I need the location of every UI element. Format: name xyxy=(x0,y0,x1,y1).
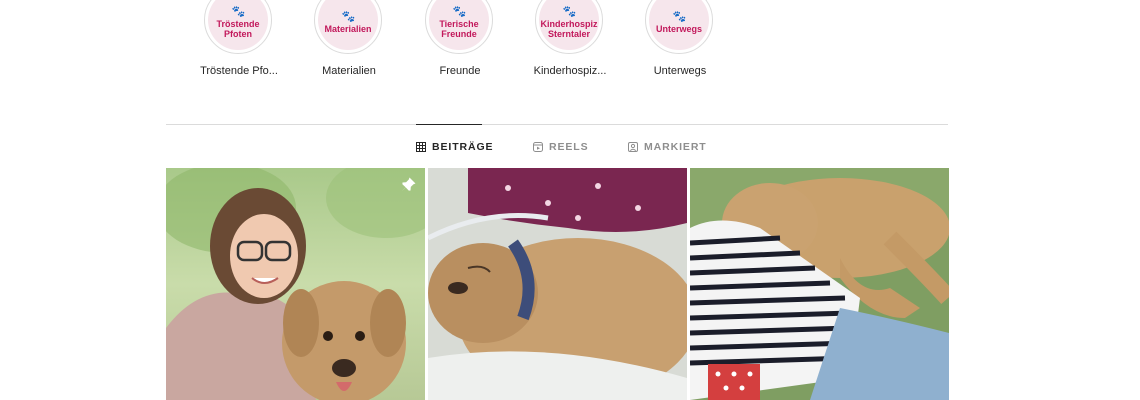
tab-label: REELS xyxy=(549,141,589,153)
highlight-cover: 🐾 Kinderhospiz Sterntaler xyxy=(535,0,603,54)
highlight-label: Tröstende Pfo... xyxy=(200,65,278,77)
highlight-cover: 🐾 Unterwegs xyxy=(645,0,713,54)
pin-icon xyxy=(401,177,416,192)
tabs-divider xyxy=(166,124,948,125)
paw-icon: 🐾 xyxy=(341,11,356,23)
reels-icon xyxy=(533,142,543,152)
tab-tagged[interactable]: MARKIERT xyxy=(628,140,707,154)
post-thumbnail-2[interactable] xyxy=(428,168,687,400)
highlight-cover: 🐾 Materialien xyxy=(314,0,382,54)
highlight-label: Materialien xyxy=(322,65,376,77)
highlight-cover-text: Unterwegs xyxy=(655,24,702,34)
highlight-cover: 🐾 Tierische Freunde xyxy=(425,0,493,54)
active-tab-indicator xyxy=(416,124,482,125)
grid-icon xyxy=(416,142,426,152)
story-highlights: 🐾 Tröstende Pfoten Tröstende Pfo... 🐾 Ma… xyxy=(0,0,1140,90)
highlight-label: Freunde xyxy=(439,65,481,77)
highlight-label: Unterwegs xyxy=(653,65,707,77)
highlight-cover-text: Tierische Freunde xyxy=(439,19,479,39)
post-image-dog-sleeping xyxy=(428,168,687,400)
post-image-child-with-dog xyxy=(690,168,949,400)
tab-label: BEITRÄGE xyxy=(432,141,494,153)
tagged-icon xyxy=(628,142,638,152)
tab-posts[interactable]: BEITRÄGE xyxy=(416,140,493,154)
highlight-cover: 🐾 Tröstende Pfoten xyxy=(204,0,272,54)
tab-reels[interactable]: REELS xyxy=(533,140,589,154)
paw-icon: 🐾 xyxy=(562,6,577,18)
paw-icon: 🐾 xyxy=(452,6,467,18)
highlight-cover-text: Materialien xyxy=(324,24,372,34)
highlight-label: Kinderhospiz... xyxy=(533,65,607,77)
paw-icon: 🐾 xyxy=(672,11,687,23)
post-image-woman-with-dog xyxy=(166,168,425,400)
highlight-cover-text: Kinderhospiz Sterntaler xyxy=(540,19,598,39)
paw-icon: 🐾 xyxy=(231,6,246,18)
post-thumbnail-1[interactable] xyxy=(166,168,425,400)
post-thumbnail-3[interactable] xyxy=(690,168,949,400)
highlight-cover-text: Tröstende Pfoten xyxy=(216,19,260,39)
tab-label: MARKIERT xyxy=(644,141,707,153)
